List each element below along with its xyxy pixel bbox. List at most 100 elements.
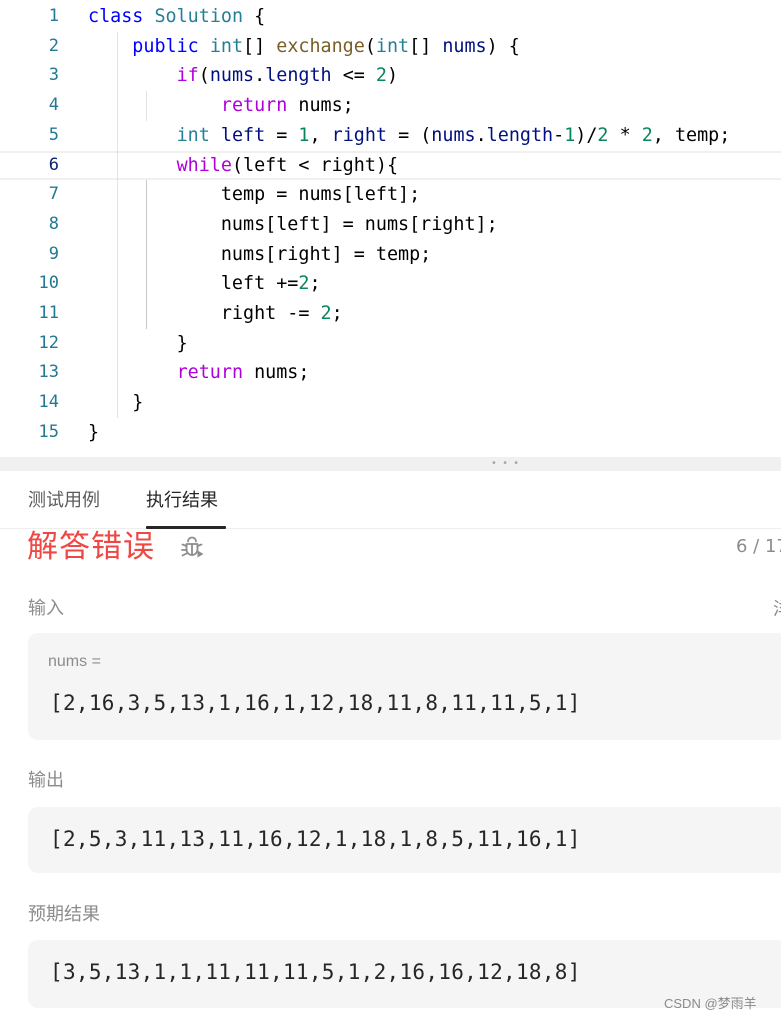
code-token: length <box>265 65 332 87</box>
code-token: temp = nums[left]; <box>88 184 421 206</box>
indent-guide <box>116 31 118 418</box>
code-token: , <box>309 124 332 146</box>
code-token: length <box>486 124 554 146</box>
param-name: nums = <box>48 653 101 670</box>
code-token: 1 <box>298 124 310 146</box>
code-token: ( <box>198 65 210 87</box>
code-token: while <box>176 154 232 176</box>
line-number: 12 <box>38 332 59 353</box>
panel-resize-handle[interactable]: • • • <box>0 457 781 471</box>
code-token: right <box>331 124 387 146</box>
line-number: 10 <box>38 273 59 294</box>
output-value: [2,5,3,11,13,11,16,12,1,18,1,8,5,11,16,1… <box>50 827 581 851</box>
tab-testcase[interactable]: 测试用例 <box>28 488 100 514</box>
code-text[interactable]: nums[left] = nums[right]; <box>88 210 498 240</box>
code-token: return <box>176 362 244 384</box>
code-token: right -= <box>88 303 321 324</box>
indent-guide <box>145 180 147 329</box>
code-token: nums <box>209 65 255 87</box>
code-token: } <box>88 332 188 354</box>
code-text[interactable]: temp = nums[left]; <box>88 180 420 210</box>
code-token: nums[right] = temp; <box>88 243 432 265</box>
line-number: 2 <box>48 35 59 56</box>
code-token: nums; <box>287 95 354 117</box>
code-token: , temp; <box>652 124 731 146</box>
code-text[interactable]: if(nums.length <= 2) <box>88 61 399 91</box>
code-editor[interactable]: 1 class Solution {2 public int[] exchange… <box>0 0 781 457</box>
code-token: Solution <box>154 6 244 27</box>
active-tab-indicator <box>146 526 226 529</box>
code-token: if <box>176 65 199 87</box>
code-token: 2 <box>320 303 332 324</box>
code-text[interactable]: return nums; <box>88 91 354 121</box>
code-text[interactable]: return nums; <box>88 358 310 388</box>
code-token: class <box>88 6 144 27</box>
code-text[interactable]: } <box>88 388 143 418</box>
input-label: 输入 <box>28 598 64 619</box>
code-token: . <box>254 65 266 87</box>
code-token: ) <box>387 65 399 87</box>
line-number: 1 <box>48 6 59 26</box>
code-line[interactable]: 1 class Solution { <box>0 2 781 32</box>
code-token: = <box>265 124 299 146</box>
line-number: 11 <box>38 303 59 323</box>
code-token: int <box>176 124 210 146</box>
line-number: 4 <box>48 95 59 116</box>
code-token: . <box>475 124 487 146</box>
line-number: 3 <box>48 65 59 86</box>
code-token: { <box>243 6 266 27</box>
code-token: - <box>553 124 565 146</box>
code-token: nums <box>442 35 487 57</box>
code-text[interactable]: left +=2; <box>88 269 321 299</box>
code-text[interactable]: public int[] exchange(int[] nums) { <box>88 32 520 62</box>
code-text[interactable]: while(left < right){ <box>88 153 398 179</box>
code-text[interactable]: class Solution { <box>88 2 265 32</box>
input-value: [2,16,3,5,13,1,16,1,12,18,11,8,11,11,5,1… <box>50 691 581 715</box>
code-text[interactable]: nums[right] = temp; <box>88 240 431 270</box>
code-line[interactable]: 15} <box>0 418 781 448</box>
output-label: 输出 <box>28 770 64 791</box>
code-text[interactable]: int left = 1, right = (nums.length-1)/2 … <box>88 121 731 151</box>
code-token: public <box>132 35 199 57</box>
code-token: ; <box>309 273 321 295</box>
bug-play-icon[interactable] <box>179 535 205 561</box>
code-token: left += <box>88 273 299 295</box>
line-number: 5 <box>48 124 59 145</box>
code-token: ( <box>364 35 376 57</box>
code-token: = ( <box>387 124 432 146</box>
code-token: exchange <box>276 35 365 57</box>
input-box: nums = [2,16,3,5,13,1,16,1,12,18,11,8,11… <box>28 633 781 740</box>
verdict-text: 解答错误 <box>27 529 155 565</box>
code-token: [] <box>409 35 443 57</box>
code-text[interactable]: right -= 2; <box>88 299 343 329</box>
code-token: [] <box>243 35 277 57</box>
code-token: return <box>220 95 288 117</box>
test-pass-count: 6 / 17 <box>736 536 781 557</box>
code-token: left <box>220 124 266 146</box>
line-number: 14 <box>38 392 59 413</box>
code-token: 2 <box>375 65 387 87</box>
line-number: 7 <box>48 184 59 205</box>
code-token: } <box>88 392 144 414</box>
drag-dots-icon[interactable]: • • • <box>491 457 520 471</box>
code-token: <= <box>331 65 376 87</box>
code-token: ; <box>331 303 343 324</box>
result-tabs: 测试用例 执行结果 <box>0 471 781 529</box>
line-number: 13 <box>38 362 59 383</box>
code-token: 2 <box>298 273 310 295</box>
code-token: ) { <box>486 35 520 57</box>
code-token: 2 <box>641 124 653 146</box>
code-text[interactable]: } <box>88 418 99 448</box>
tab-result[interactable]: 执行结果 <box>146 488 218 514</box>
expected-value: [3,5,13,1,1,11,11,11,5,1,2,16,16,12,18,8… <box>50 960 581 984</box>
code-token: 2 <box>597 124 609 146</box>
input-toggle-label[interactable]: 洋 <box>773 597 781 623</box>
result-panel: 测试用例 执行结果 解答错误 6 / 17 洋 输入 nums = [2,16,… <box>0 471 781 1019</box>
code-text[interactable]: } <box>88 329 188 359</box>
